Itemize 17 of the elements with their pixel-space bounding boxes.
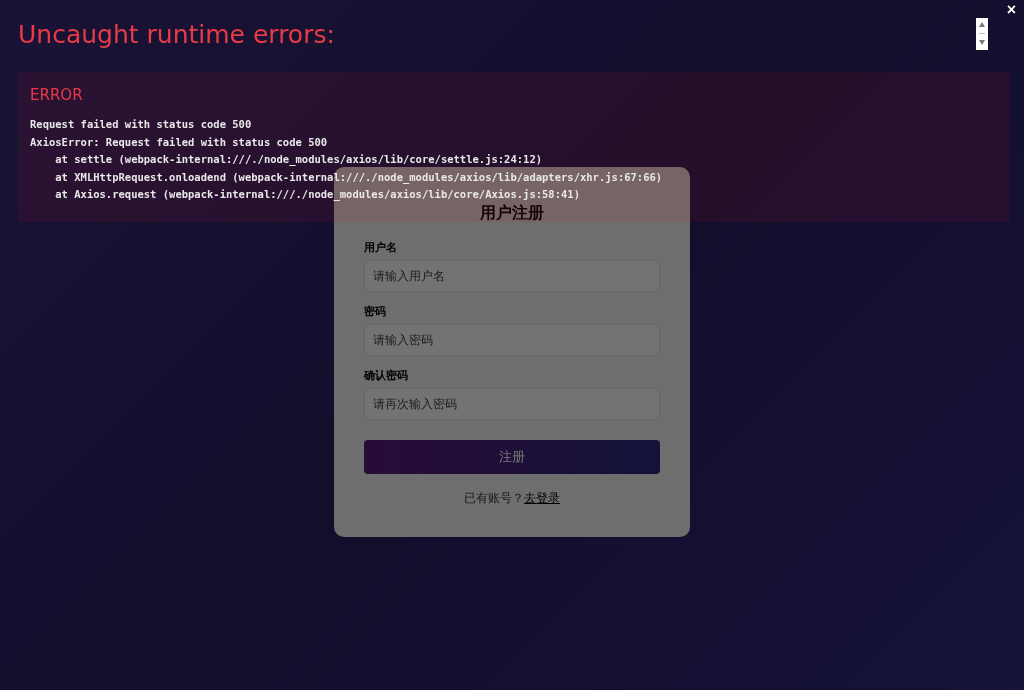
field-label: 用户名 <box>364 240 398 255</box>
stack-trace-line: at settle (webpack-internal:///./node_modules/axios/lib/core/settle.js:24:12) <box>54 152 544 168</box>
scroll-arrows-icon[interactable] <box>976 18 988 50</box>
field-label: 确认密码 <box>364 368 409 383</box>
input-field[interactable]: 请输入用户名 <box>364 260 660 292</box>
stack-trace-line: AxiosError: Request failed with status code 500 <box>30 134 329 150</box>
error-heading: ERROR <box>30 86 84 104</box>
field-label: 密码 <box>364 304 387 319</box>
login-link[interactable]: 去登录 <box>524 491 560 505</box>
form-title: 用户注册 <box>479 203 545 224</box>
overlay-title: Uncaught runtime errors: <box>18 19 335 49</box>
input-field[interactable]: 请再次输入密码 <box>364 388 660 420</box>
register-button[interactable]: 注册 <box>364 440 660 474</box>
footer-text: 已有账号？ <box>464 491 524 505</box>
input-field[interactable]: 请输入密码 <box>364 324 660 356</box>
stack-trace-line: Request failed with status code 500 <box>30 117 253 132</box>
close-button[interactable]: × <box>1002 0 1020 20</box>
